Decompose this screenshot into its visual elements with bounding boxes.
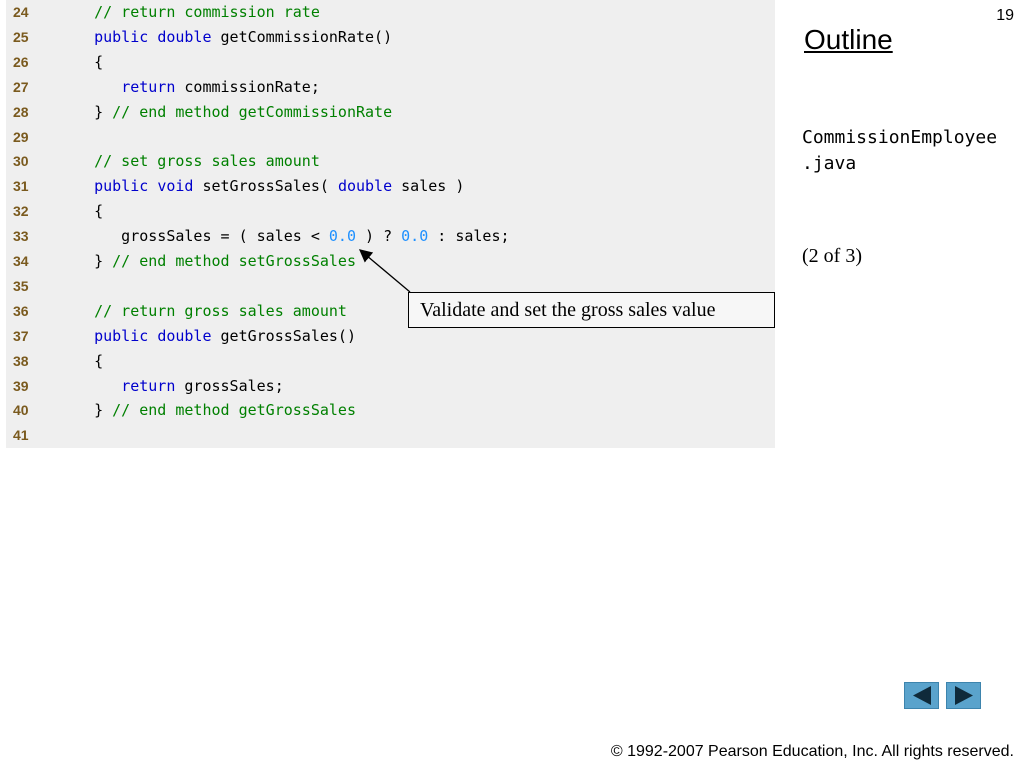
line-number: 36 xyxy=(13,302,29,319)
code-token: public xyxy=(94,326,149,345)
code-text: } // end method setGrossSales xyxy=(67,249,356,274)
code-token: { xyxy=(67,351,104,370)
code-token: } xyxy=(67,102,113,121)
code-token: getCommissionRate() xyxy=(211,27,393,46)
previous-slide-button[interactable] xyxy=(904,682,939,709)
line-number: 37 xyxy=(13,327,29,344)
code-text: // return commission rate xyxy=(67,0,320,25)
line-number: 32 xyxy=(13,203,29,220)
code-token: setGrossSales( xyxy=(193,177,338,196)
code-text: } // end method getGrossSales xyxy=(67,398,356,423)
file-name-line-2: .java xyxy=(802,153,857,174)
line-number: 40 xyxy=(13,402,29,419)
code-token: // end method setGrossSales xyxy=(112,252,356,270)
code-token: double xyxy=(157,27,212,46)
code-token: double xyxy=(337,177,393,196)
triangle-right-icon xyxy=(955,686,973,705)
code-text: public double getCommissionRate() xyxy=(67,25,392,50)
line-number: 41 xyxy=(13,427,29,444)
code-token: : sales; xyxy=(428,227,510,246)
code-text: { xyxy=(67,199,103,224)
line-number: 34 xyxy=(13,253,29,269)
outline-title: Outline xyxy=(804,24,893,55)
line-number: 31 xyxy=(13,178,29,195)
code-token: 0.0 xyxy=(328,227,356,246)
line-number: 33 xyxy=(13,228,29,245)
page-number: 19 xyxy=(996,7,1014,24)
line-number: 38 xyxy=(13,352,29,369)
file-name: CommissionEmployee .java xyxy=(802,125,1022,177)
code-token: public xyxy=(94,27,149,46)
line-number: 28 xyxy=(13,103,29,120)
code-listing: 24 // return commission rate 25 public do… xyxy=(6,0,775,448)
code-token: { xyxy=(67,52,104,71)
file-name-line-1: CommissionEmployee xyxy=(802,127,998,148)
code-token: return xyxy=(121,376,176,395)
code-text: // set gross sales amount xyxy=(67,149,320,174)
callout-box: Validate and set the gross sales value xyxy=(408,292,775,328)
code-token: ) ? xyxy=(356,227,402,246)
code-token: return xyxy=(121,77,176,96)
code-text: } // end method getCommissionRate xyxy=(67,100,392,125)
code-token: void xyxy=(157,177,194,196)
line-number: 35 xyxy=(13,277,29,294)
code-text: return commissionRate; xyxy=(67,75,320,100)
code-token: // return commission rate xyxy=(94,3,320,21)
line-number: 30 xyxy=(13,153,29,170)
line-number: 24 xyxy=(13,4,29,20)
code-token: 0.0 xyxy=(401,227,429,246)
line-number: 27 xyxy=(13,78,29,95)
line-number: 25 xyxy=(13,28,29,45)
code-token: grossSales; xyxy=(175,376,284,395)
code-token: getGrossSales() xyxy=(211,326,356,345)
code-token: grossSales = ( sales < xyxy=(67,227,329,246)
code-token: public xyxy=(94,177,149,196)
code-token: // end method getGrossSales xyxy=(112,401,356,420)
line-number: 39 xyxy=(13,377,29,394)
code-token: double xyxy=(157,326,212,345)
copyright-notice: © 1992-2007 Pearson Education, Inc. All … xyxy=(610,743,1014,760)
code-token: } xyxy=(67,401,113,420)
code-text: public double getGrossSales() xyxy=(67,324,356,349)
page-indicator: (2 of 3) xyxy=(802,245,862,267)
triangle-left-icon xyxy=(913,686,931,705)
code-text: public void setGrossSales( double sales … xyxy=(67,174,464,199)
code-token: // set gross sales amount xyxy=(94,152,320,171)
code-token: } xyxy=(67,252,113,270)
code-token: commissionRate; xyxy=(175,77,320,96)
next-slide-button[interactable] xyxy=(946,682,981,709)
code-text: { xyxy=(67,349,103,374)
code-token: // return gross sales amount xyxy=(94,301,347,320)
code-token: // end method getCommissionRate xyxy=(112,102,393,121)
code-text: // return gross sales amount xyxy=(67,299,347,324)
line-number: 26 xyxy=(13,53,29,70)
code-text: grossSales = ( sales < 0.0 ) ? 0.0 : sal… xyxy=(67,224,510,249)
code-token: sales ) xyxy=(392,177,465,196)
code-text: return grossSales; xyxy=(67,374,284,399)
line-number: 29 xyxy=(13,128,29,145)
code-text: { xyxy=(67,50,103,75)
code-token: { xyxy=(67,202,104,221)
